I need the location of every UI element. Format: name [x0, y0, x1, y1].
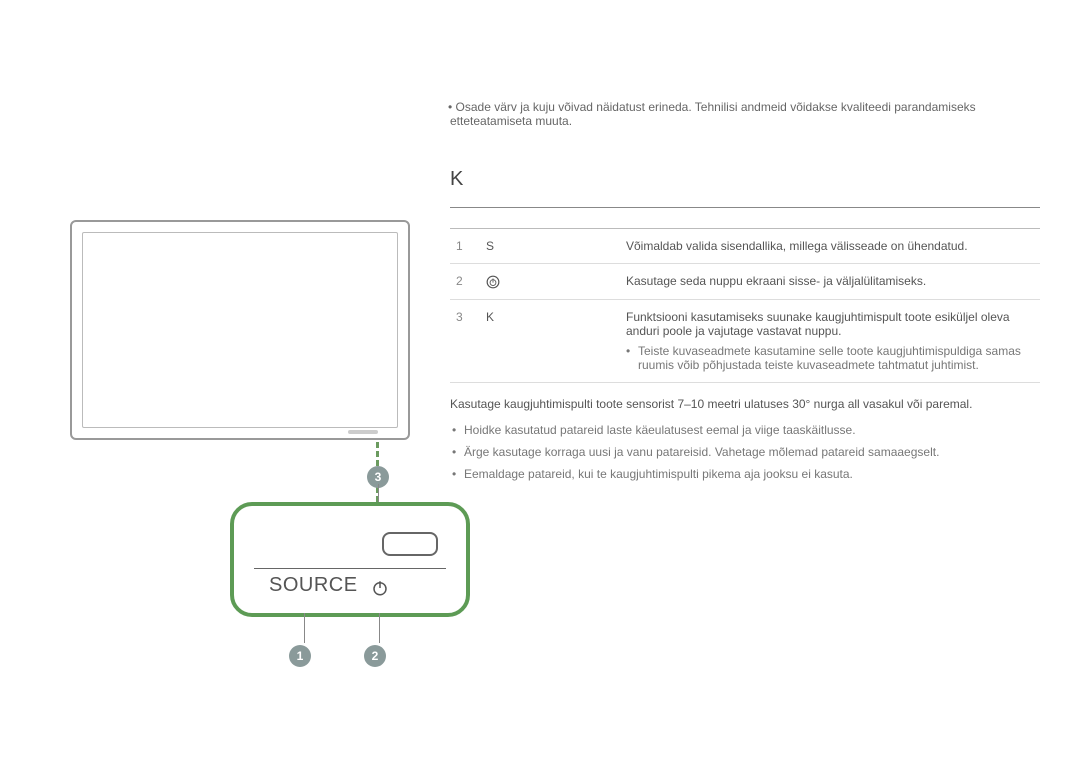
- row-num: 3: [450, 299, 480, 382]
- monitor-inner: [82, 232, 398, 428]
- source-button-label: SOURCE: [269, 574, 358, 597]
- connector-bottom-right: [379, 613, 380, 643]
- table-row: 3 K Funktsiooni kasutamiseks suunake kau…: [450, 299, 1040, 382]
- list-item: Eemaldage patareid, kui te kaugjuhtimisp…: [450, 463, 1040, 485]
- content-column: Osade värv ja kuju võivad näidatust erin…: [430, 100, 1040, 617]
- row-desc: Kasutage seda nuppu ekraani sisse- ja vä…: [620, 264, 1040, 300]
- disclaimer-note: Osade värv ja kuju võivad näidatust erin…: [450, 100, 1040, 128]
- th-name: [480, 208, 620, 229]
- row-name-power-icon: [480, 264, 620, 300]
- row-desc-sub: Teiste kuvaseadmete kasutamine selle too…: [626, 344, 1034, 372]
- sensor-usage-note: Kasutage kaugjuhtimispulti toote sensori…: [450, 397, 1040, 411]
- callout-2: 2: [364, 645, 386, 667]
- monitor-logo-slot: [348, 430, 378, 434]
- control-panel: SOURCE: [230, 502, 470, 617]
- table-row: 2 Kasutage seda nuppu ekraani sisse- ja …: [450, 264, 1040, 300]
- monitor-outline: [70, 220, 410, 440]
- row-desc: Võimaldab valida sisendallika, millega v…: [620, 229, 1040, 264]
- row-name: S: [480, 229, 620, 264]
- power-icon: [371, 579, 389, 597]
- row-desc-main: Funktsiooni kasutamiseks suunake kaugjuh…: [626, 310, 1010, 338]
- list-item: Ärge kasutage korraga uusi ja vanu patar…: [450, 441, 1040, 463]
- row-name: K: [480, 299, 620, 382]
- power-icon: [486, 275, 500, 289]
- table-row: 1 S Võimaldab valida sisendallika, mille…: [450, 229, 1040, 264]
- panel-divider: [254, 568, 446, 569]
- remote-sensor-slot: [382, 532, 438, 556]
- callout-1: 1: [289, 645, 311, 667]
- row-num: 2: [450, 264, 480, 300]
- connector-bottom-left: [304, 613, 305, 643]
- th-num: [450, 208, 480, 229]
- row-desc: Funktsiooni kasutamiseks suunake kaugjuh…: [620, 299, 1040, 382]
- connector-top: [378, 484, 379, 502]
- diagram-column: 3 SOURCE 1 2: [60, 100, 430, 617]
- row-num: 1: [450, 229, 480, 264]
- list-item: Hoidke kasutatud patareid laste käeulatu…: [450, 419, 1040, 441]
- th-desc: [620, 208, 1040, 229]
- control-panel-wrapper: 3 SOURCE 1 2: [230, 502, 430, 617]
- section-title: K: [450, 168, 1040, 191]
- battery-notes-list: Hoidke kasutatud patareid laste käeulatu…: [450, 419, 1040, 485]
- controls-table: 1 S Võimaldab valida sisendallika, mille…: [450, 207, 1040, 383]
